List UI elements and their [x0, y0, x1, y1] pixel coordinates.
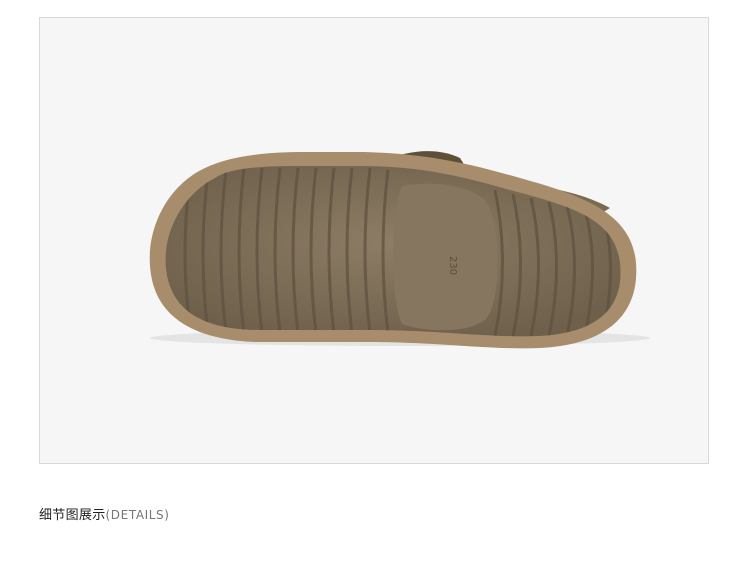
sandal-sole-image: 230: [149, 151, 650, 349]
section-caption: 细节图展示(DETAILS): [39, 504, 170, 523]
size-mark: 230: [447, 256, 458, 275]
heel-pad: [393, 183, 498, 331]
product-photo: 230: [39, 17, 709, 464]
caption-title: 细节图展示: [39, 508, 106, 523]
caption-subtitle: (DETAILS): [105, 508, 170, 522]
